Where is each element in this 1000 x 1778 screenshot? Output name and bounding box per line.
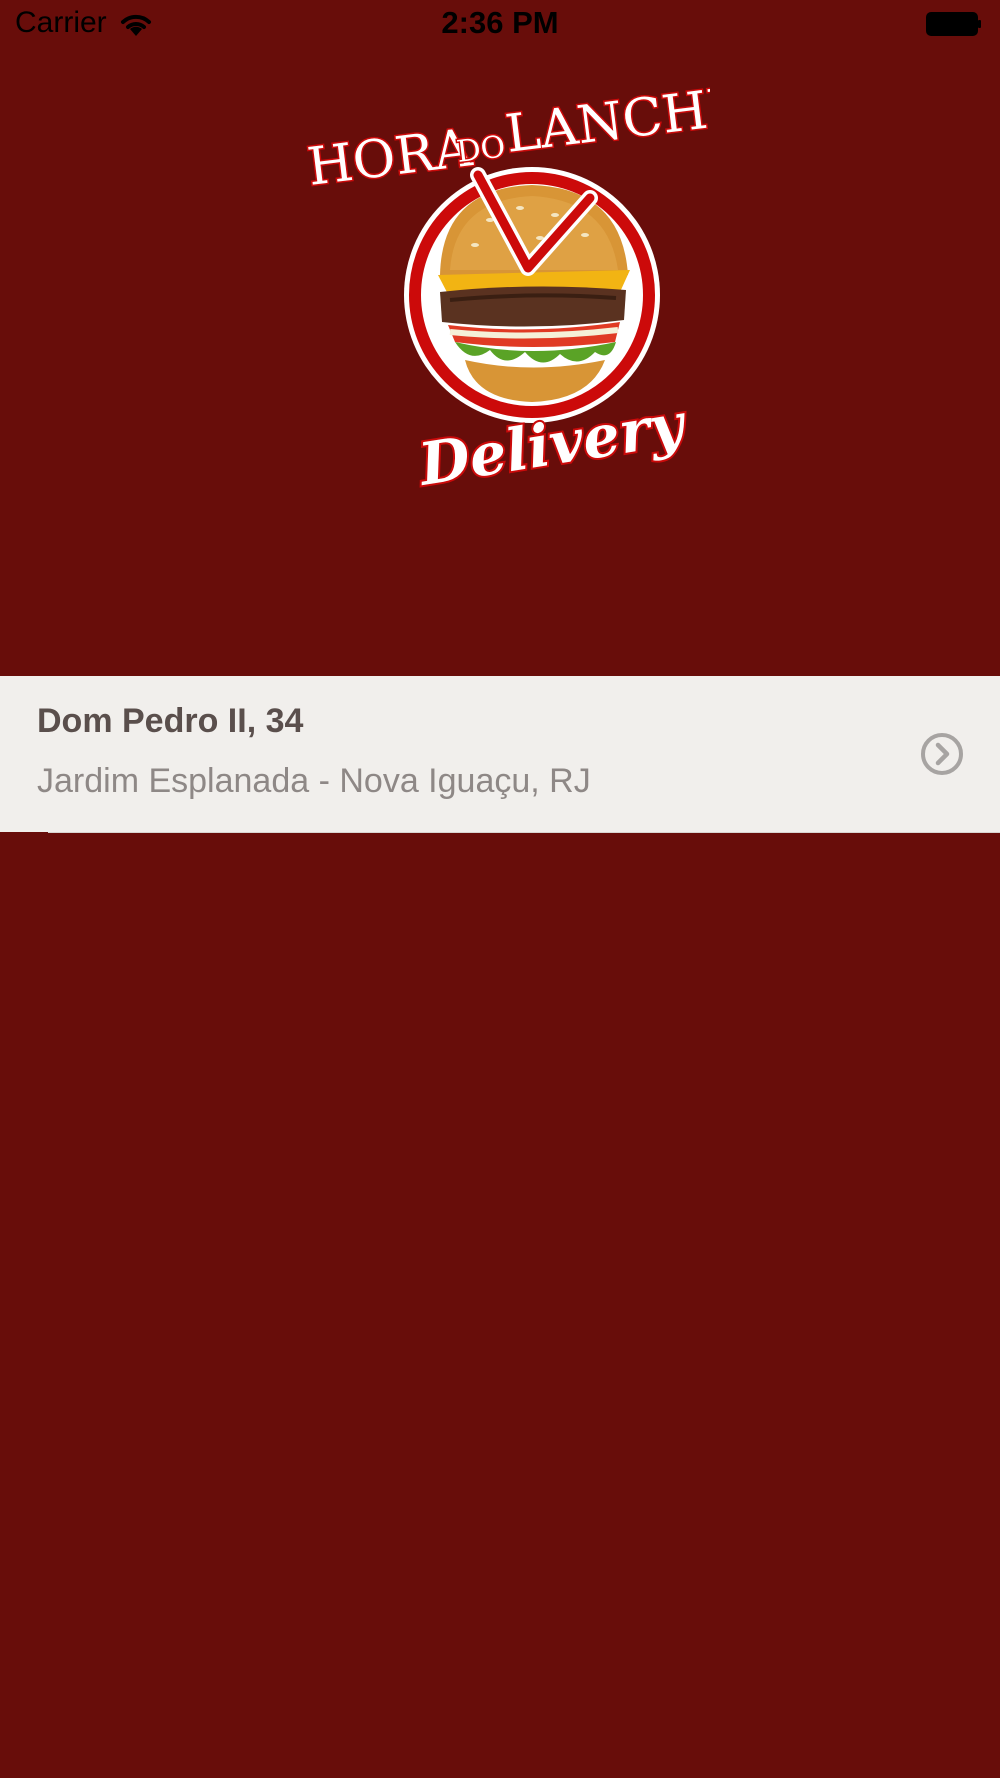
screen: Carrier 2:36 PM HORA DO LANCHE Delivery …: [0, 0, 1000, 1778]
chevron-right-circle-icon[interactable]: [918, 730, 966, 778]
battery-full-icon: [926, 12, 981, 36]
logo-title-lanche: LANCHE: [502, 76, 710, 165]
status-time: 2:36 PM: [441, 5, 559, 40]
hora-do-lanche-logo: HORA DO LANCHE Delivery: [303, 75, 710, 502]
address-list-item[interactable]: Dom Pedro II, 34 Jardim Esplanada - Nova…: [0, 676, 1000, 832]
row-separator: [48, 832, 1000, 833]
address-region: Jardim Esplanada - Nova Iguaçu, RJ: [37, 762, 591, 800]
status-bar: Carrier 2:36 PM: [0, 0, 1000, 50]
address-street: Dom Pedro II, 34: [37, 702, 304, 740]
burger-clock-emblem: [404, 167, 660, 423]
logo-title-do: DO: [455, 129, 508, 170]
logo-title-hora: HORA: [304, 118, 476, 198]
